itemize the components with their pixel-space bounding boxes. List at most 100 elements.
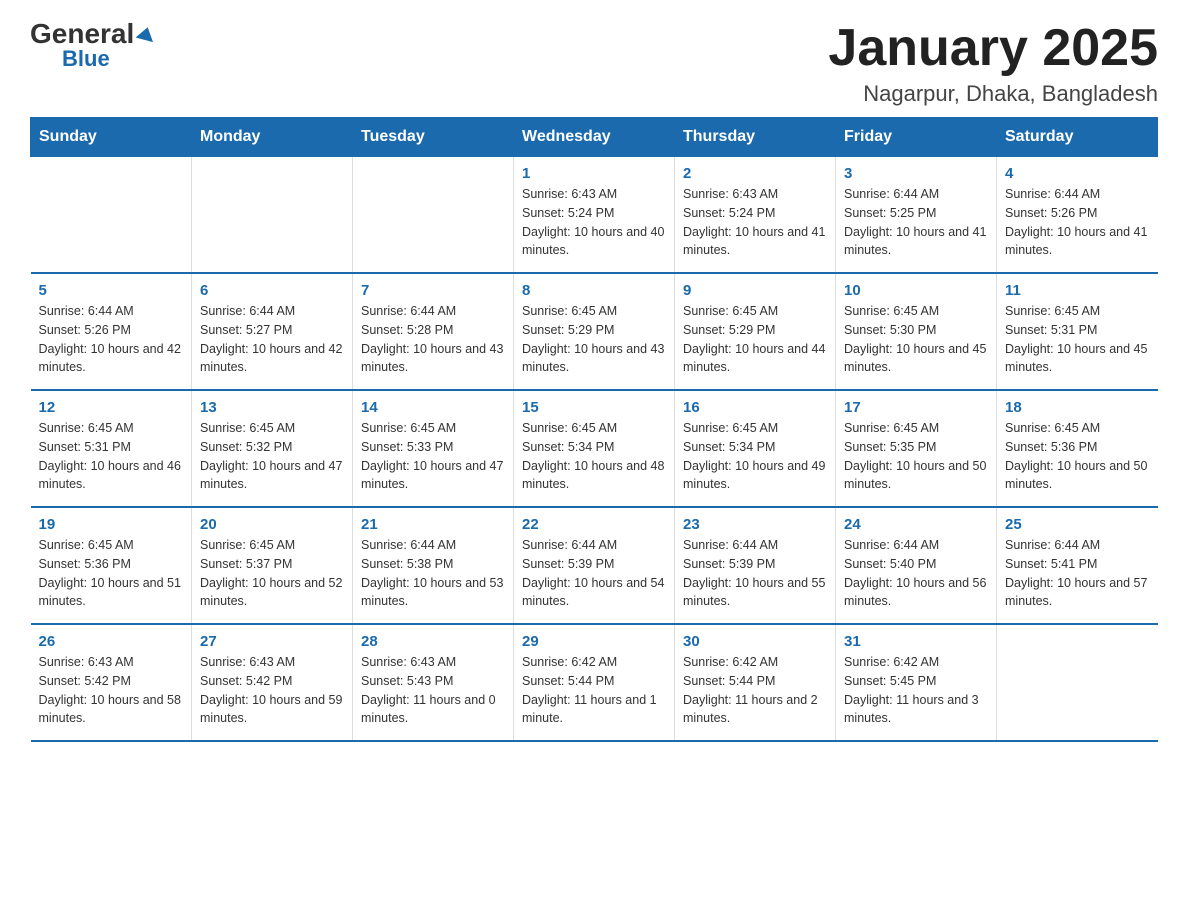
day-number: 1 (522, 165, 666, 182)
day-number: 9 (683, 282, 827, 299)
header-tuesday: Tuesday (353, 118, 514, 157)
table-row: 17Sunrise: 6:45 AM Sunset: 5:35 PM Dayli… (836, 390, 997, 507)
day-info: Sunrise: 6:45 AM Sunset: 5:32 PM Dayligh… (200, 419, 344, 494)
day-info: Sunrise: 6:44 AM Sunset: 5:28 PM Dayligh… (361, 302, 505, 377)
day-number: 17 (844, 399, 988, 416)
page-subtitle: Nagarpur, Dhaka, Bangladesh (828, 81, 1158, 107)
day-number: 25 (1005, 516, 1150, 533)
day-info: Sunrise: 6:44 AM Sunset: 5:26 PM Dayligh… (1005, 185, 1150, 260)
day-info: Sunrise: 6:43 AM Sunset: 5:24 PM Dayligh… (522, 185, 666, 260)
day-number: 27 (200, 633, 344, 650)
day-number: 23 (683, 516, 827, 533)
table-row (997, 624, 1158, 741)
day-number: 30 (683, 633, 827, 650)
day-number: 29 (522, 633, 666, 650)
day-number: 15 (522, 399, 666, 416)
day-number: 19 (39, 516, 184, 533)
day-number: 24 (844, 516, 988, 533)
table-row: 13 Sunrise: 6:45 AM Sunset: 5:32 PM Dayli… (192, 390, 353, 507)
day-number: 31 (844, 633, 988, 650)
page-title: January 2025 (828, 20, 1158, 77)
calendar-week-row: 12Sunrise: 6:45 AM Sunset: 5:31 PM Dayli… (31, 390, 1158, 507)
day-info: Sunrise: 6:43 AM Sunset: 5:42 PM Dayligh… (39, 653, 184, 728)
header-wednesday: Wednesday (514, 118, 675, 157)
calendar-week-row: 5 Sunrise: 6:44 AM Sunset: 5:26 PM Daylig… (31, 273, 1158, 390)
day-info: Sunrise: 6:44 AM Sunset: 5:40 PM Dayligh… (844, 536, 988, 611)
day-info: Sunrise: 6:45 AM Sunset: 5:30 PM Dayligh… (844, 302, 988, 377)
table-row: 10 Sunrise: 6:45 AM Sunset: 5:30 PM Dayli… (836, 273, 997, 390)
logo-triangle-icon (136, 25, 157, 42)
table-row: 18 Sunrise: 6:45 AM Sunset: 5:36 PM Dayli… (997, 390, 1158, 507)
table-row: 8 Sunrise: 6:45 AM Sunset: 5:29 PM Daylig… (514, 273, 675, 390)
day-info: Sunrise: 6:44 AM Sunset: 5:41 PM Dayligh… (1005, 536, 1150, 611)
table-row: 2Sunrise: 6:43 AM Sunset: 5:24 PM Daylig… (675, 157, 836, 274)
table-row: 4 Sunrise: 6:44 AM Sunset: 5:26 PM Daylig… (997, 157, 1158, 274)
table-row: 24 Sunrise: 6:44 AM Sunset: 5:40 PM Dayli… (836, 507, 997, 624)
day-number: 8 (522, 282, 666, 299)
day-number: 7 (361, 282, 505, 299)
table-row: 25 Sunrise: 6:44 AM Sunset: 5:41 PM Dayli… (997, 507, 1158, 624)
day-number: 10 (844, 282, 988, 299)
calendar-week-row: 26 Sunrise: 6:43 AM Sunset: 5:42 PM Dayli… (31, 624, 1158, 741)
calendar-week-row: 1 Sunrise: 6:43 AM Sunset: 5:24 PM Daylig… (31, 157, 1158, 274)
day-number: 11 (1005, 282, 1150, 299)
table-row: 7 Sunrise: 6:44 AM Sunset: 5:28 PM Daylig… (353, 273, 514, 390)
table-row: 31 Sunrise: 6:42 AM Sunset: 5:45 PM Dayli… (836, 624, 997, 741)
table-row: 1 Sunrise: 6:43 AM Sunset: 5:24 PM Daylig… (514, 157, 675, 274)
day-info: Sunrise: 6:44 AM Sunset: 5:25 PM Dayligh… (844, 185, 988, 260)
logo-general-text: General (30, 20, 155, 48)
day-number: 28 (361, 633, 505, 650)
day-info: Sunrise: 6:45 AM Sunset: 5:29 PM Dayligh… (683, 302, 827, 377)
day-number: 22 (522, 516, 666, 533)
calendar-table: Sunday Monday Tuesday Wednesday Thursday… (30, 117, 1158, 742)
table-row: 11Sunrise: 6:45 AM Sunset: 5:31 PM Dayli… (997, 273, 1158, 390)
table-row: 3 Sunrise: 6:44 AM Sunset: 5:25 PM Daylig… (836, 157, 997, 274)
day-number: 6 (200, 282, 344, 299)
calendar-header-row: Sunday Monday Tuesday Wednesday Thursday… (31, 118, 1158, 157)
header-thursday: Thursday (675, 118, 836, 157)
day-info: Sunrise: 6:45 AM Sunset: 5:36 PM Dayligh… (1005, 419, 1150, 494)
day-info: Sunrise: 6:43 AM Sunset: 5:42 PM Dayligh… (200, 653, 344, 728)
day-info: Sunrise: 6:45 AM Sunset: 5:37 PM Dayligh… (200, 536, 344, 611)
table-row: 29 Sunrise: 6:42 AM Sunset: 5:44 PM Dayli… (514, 624, 675, 741)
table-row: 28 Sunrise: 6:43 AM Sunset: 5:43 PM Dayli… (353, 624, 514, 741)
table-row: 6Sunrise: 6:44 AM Sunset: 5:27 PM Daylig… (192, 273, 353, 390)
day-info: Sunrise: 6:45 AM Sunset: 5:36 PM Dayligh… (39, 536, 184, 611)
table-row: 14Sunrise: 6:45 AM Sunset: 5:33 PM Dayli… (353, 390, 514, 507)
day-number: 21 (361, 516, 505, 533)
day-number: 4 (1005, 165, 1150, 182)
day-info: Sunrise: 6:44 AM Sunset: 5:38 PM Dayligh… (361, 536, 505, 611)
day-number: 26 (39, 633, 184, 650)
day-number: 18 (1005, 399, 1150, 416)
table-row (31, 157, 192, 274)
day-number: 16 (683, 399, 827, 416)
day-info: Sunrise: 6:45 AM Sunset: 5:29 PM Dayligh… (522, 302, 666, 377)
day-number: 13 (200, 399, 344, 416)
day-number: 3 (844, 165, 988, 182)
page-header: General Blue January 2025 Nagarpur, Dhak… (30, 20, 1158, 107)
table-row: 9 Sunrise: 6:45 AM Sunset: 5:29 PM Daylig… (675, 273, 836, 390)
header-sunday: Sunday (31, 118, 192, 157)
table-row: 15Sunrise: 6:45 AM Sunset: 5:34 PM Dayli… (514, 390, 675, 507)
logo-blue-text: Blue (62, 48, 110, 70)
header-saturday: Saturday (997, 118, 1158, 157)
day-number: 5 (39, 282, 184, 299)
day-number: 20 (200, 516, 344, 533)
day-info: Sunrise: 6:42 AM Sunset: 5:45 PM Dayligh… (844, 653, 988, 728)
table-row: 19 Sunrise: 6:45 AM Sunset: 5:36 PM Dayli… (31, 507, 192, 624)
table-row: 30Sunrise: 6:42 AM Sunset: 5:44 PM Dayli… (675, 624, 836, 741)
logo: General Blue (30, 20, 155, 70)
table-row: 22 Sunrise: 6:44 AM Sunset: 5:39 PM Dayli… (514, 507, 675, 624)
day-info: Sunrise: 6:44 AM Sunset: 5:39 PM Dayligh… (683, 536, 827, 611)
table-row: 21 Sunrise: 6:44 AM Sunset: 5:38 PM Dayli… (353, 507, 514, 624)
day-info: Sunrise: 6:45 AM Sunset: 5:33 PM Dayligh… (361, 419, 505, 494)
title-block: January 2025 Nagarpur, Dhaka, Bangladesh (828, 20, 1158, 107)
day-info: Sunrise: 6:44 AM Sunset: 5:39 PM Dayligh… (522, 536, 666, 611)
day-info: Sunrise: 6:43 AM Sunset: 5:43 PM Dayligh… (361, 653, 505, 728)
day-info: Sunrise: 6:42 AM Sunset: 5:44 PM Dayligh… (522, 653, 666, 728)
table-row: 16Sunrise: 6:45 AM Sunset: 5:34 PM Dayli… (675, 390, 836, 507)
day-number: 12 (39, 399, 184, 416)
header-friday: Friday (836, 118, 997, 157)
day-info: Sunrise: 6:43 AM Sunset: 5:24 PM Dayligh… (683, 185, 827, 260)
day-info: Sunrise: 6:44 AM Sunset: 5:26 PM Dayligh… (39, 302, 184, 377)
